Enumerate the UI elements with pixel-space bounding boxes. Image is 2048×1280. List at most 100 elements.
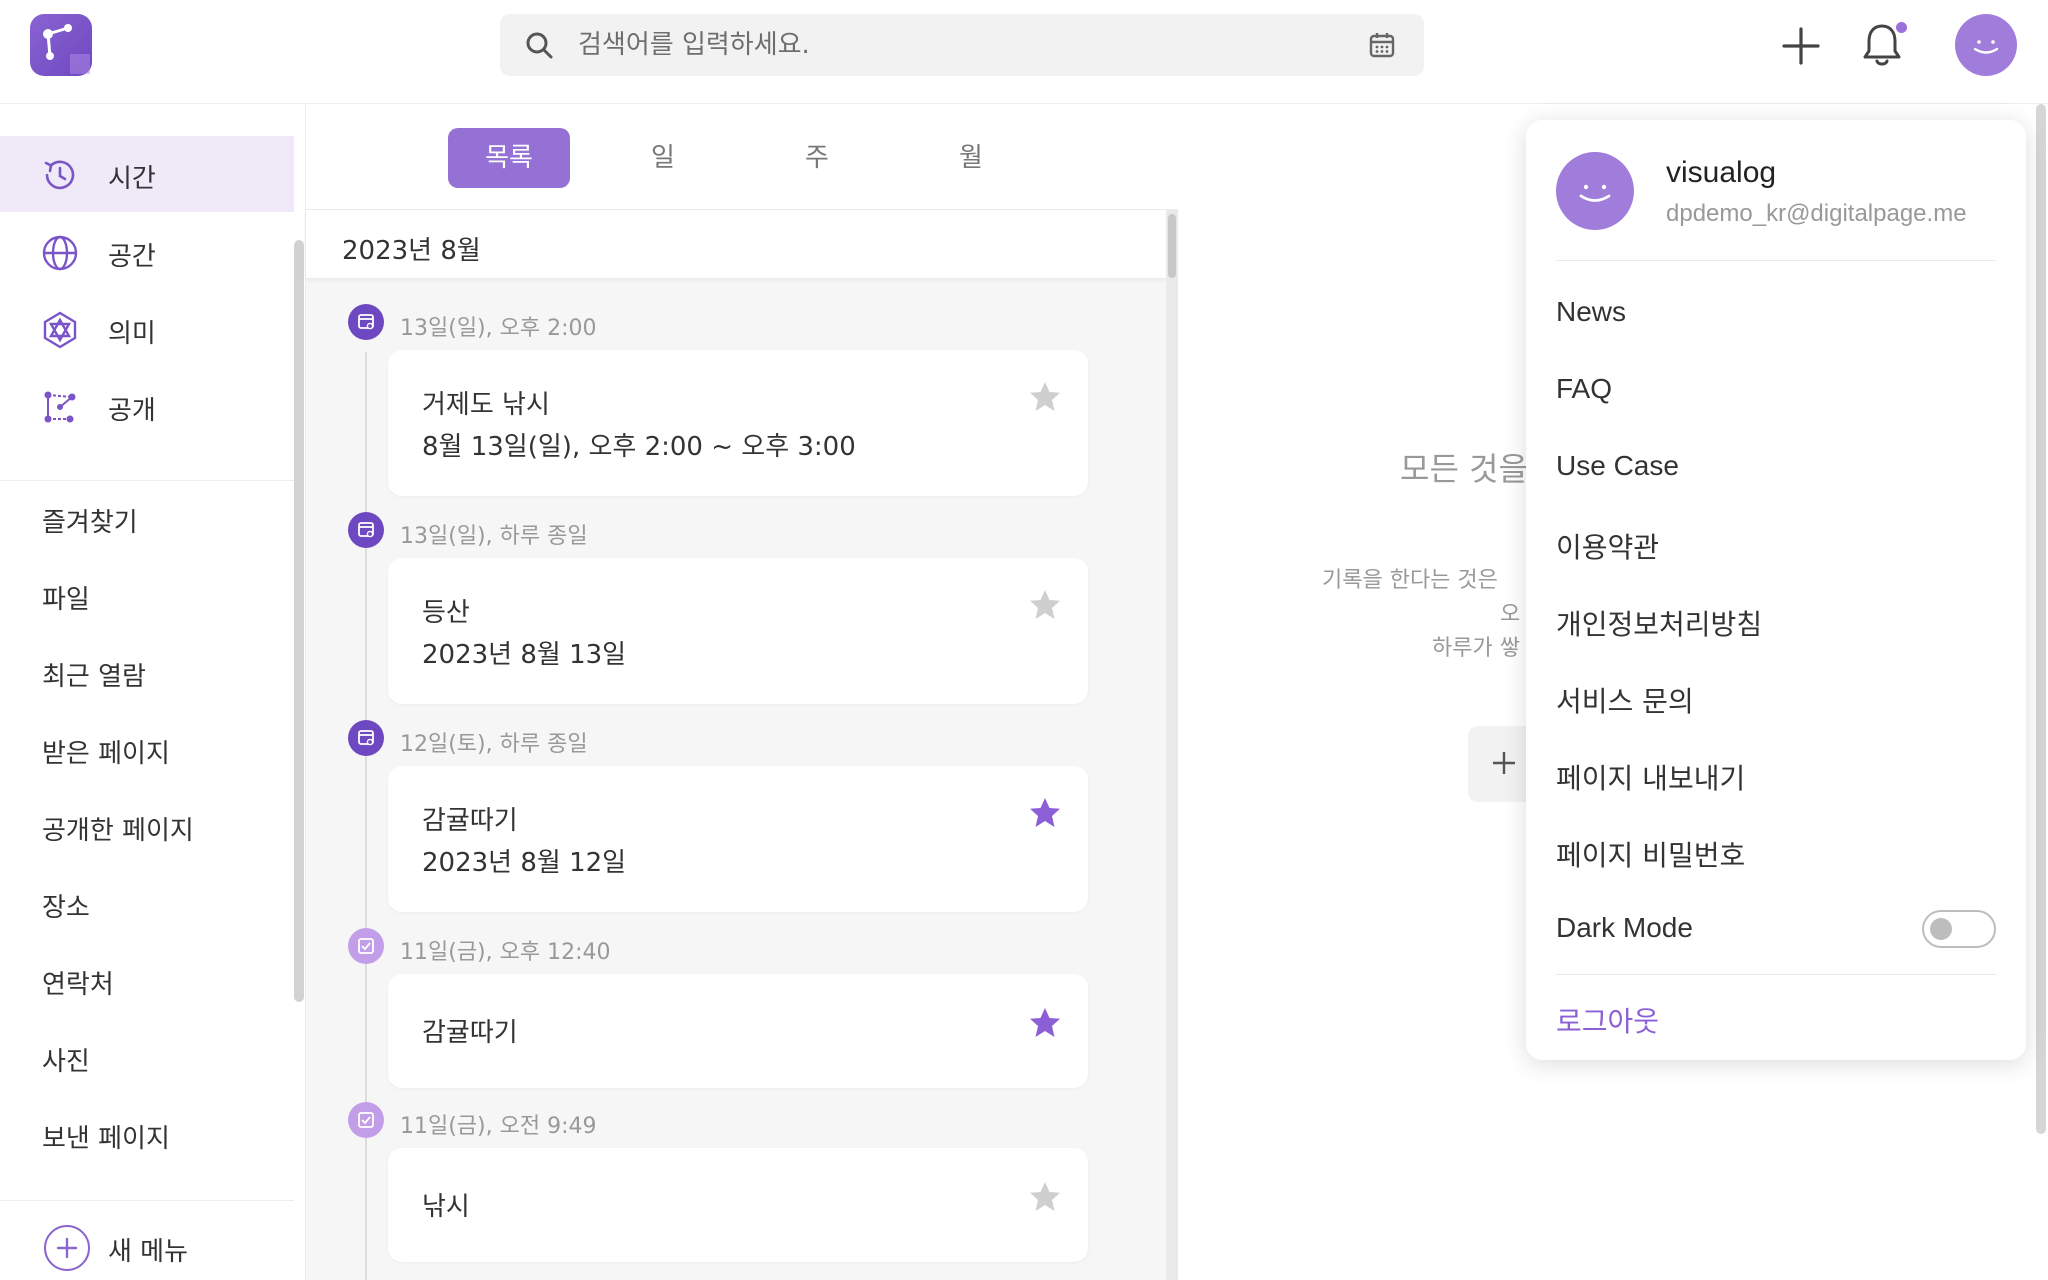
entry-title: 감귤따기 [422,1018,518,1048]
star-icon[interactable] [1028,1180,1062,1214]
star-icon[interactable] [1028,380,1062,414]
list-item[interactable]: 감귤따기 [388,974,1088,1088]
list-item[interactable]: 거제도 낚시 8월 13일(일), 오후 2:00 ~ 오후 3:00 [388,350,1088,496]
sidebar-item-contacts[interactable]: 연락처 [42,964,114,1001]
menu-item-export[interactable]: 페이지 내보내기 [1556,757,1745,797]
dark-mode-toggle[interactable] [1922,910,1996,948]
entry-datetime: 11일(금), 오전 9:49 [400,1114,597,1139]
smiley-face-icon [1973,40,1999,54]
clock-history-icon [44,160,75,190]
profile-menu: visualog dpdemo_kr@digitalpage.me News F… [1526,120,2026,1060]
new-menu-label: 새 메뉴 [108,1237,189,1267]
avatar [1556,152,1634,230]
sidebar-item-public[interactable]: 공개 [0,368,294,444]
new-menu-button[interactable]: 새 메뉴 [0,1200,294,1280]
view-tabs: 목록 일 주 월 [306,104,1178,210]
month-header: 2023년 8월 [306,210,1166,278]
sidebar-item-time[interactable]: 시간 [0,136,294,212]
empty-state-desc-line: 하루가 쌓 [1432,636,1520,661]
star-icon[interactable] [1028,1006,1062,1040]
menu-divider [1556,974,1996,975]
menu-item-faq[interactable]: FAQ [1556,373,1612,405]
profile-email: dpdemo_kr@digitalpage.me [1666,200,1967,227]
menu-item-terms[interactable]: 이용약관 [1556,526,1659,566]
entry-title: 거제도 낚시 [422,390,550,420]
entry-datetime: 11일(금), 오후 12:40 [400,940,611,965]
logout-button[interactable]: 로그아웃 [1556,1000,1659,1040]
menu-item-news[interactable]: News [1556,296,1626,328]
network-icon [43,311,77,349]
sidebar-item-files[interactable]: 파일 [42,579,90,616]
timeline-line [365,352,367,1280]
search-bar[interactable] [500,14,1424,76]
entry-title: 낚시 [422,1192,470,1222]
calendar-event-icon [348,304,384,340]
empty-state-headline: 모든 것을 [1400,450,1528,488]
menu-item-privacy[interactable]: 개인정보처리방침 [1556,603,1762,643]
sidebar-item-photos[interactable]: 사진 [42,1041,90,1078]
month-label: 2023년 8월 [342,236,481,266]
plus-icon [1493,752,1515,774]
menu-item-support[interactable]: 서비스 문의 [1556,680,1694,720]
add-button[interactable] [1780,25,1822,67]
sidebar-item-meaning[interactable]: 의미 [0,291,294,367]
globe-icon [42,235,78,271]
empty-state-desc-line: 오 [1500,602,1521,627]
sidebar-item-label: 의미 [108,319,156,349]
add-circle-icon [44,1225,90,1271]
dark-mode-label: Dark Mode [1556,912,1693,943]
entry-subtitle: 2023년 8월 12일 [422,848,627,878]
entry-subtitle: 8월 13일(일), 오후 2:00 ~ 오후 3:00 [422,432,856,462]
sidebar-item-favorites[interactable]: 즐겨찾기 [42,502,138,539]
entry-title: 감귤따기 [422,806,518,836]
sidebar-item-label: 공개 [108,396,156,426]
list-item[interactable]: 감귤따기 2023년 8월 12일 [388,766,1088,912]
list-scrollbar-track[interactable] [1166,210,1178,1280]
list-item[interactable]: 낚시 [388,1148,1088,1262]
page-scrollbar[interactable] [2036,104,2046,1134]
menu-item-use-case[interactable]: Use Case [1556,450,1679,482]
calendar-icon[interactable] [1368,31,1396,59]
tab-week[interactable]: 주 [756,128,878,188]
star-icon[interactable] [1028,588,1062,622]
smiley-face-icon [1579,184,1611,202]
profile-avatar-button[interactable] [1955,14,2017,76]
entry-title: 등산 [422,598,470,628]
tab-day[interactable]: 일 [602,128,724,188]
top-bar [0,0,2048,104]
share-graph-icon [44,391,76,423]
sidebar-item-sent[interactable]: 보낸 페이지 [42,1118,170,1155]
sidebar-item-published[interactable]: 공개한 페이지 [42,810,194,847]
sidebar-item-space[interactable]: 공간 [0,214,294,290]
calendar-event-icon [348,720,384,756]
app-logo[interactable] [30,14,92,76]
menu-divider [1556,260,1996,261]
search-input[interactable] [578,22,1318,68]
entry-datetime: 13일(일), 오후 2:00 [400,316,597,341]
entry-subtitle: 2023년 8월 13일 [422,640,627,670]
sidebar: 시간 공간 의미 공개 즐겨찾기 파일 최근 열람 받은 페이지 공개한 페이지… [0,104,306,1280]
sidebar-scrollbar[interactable] [294,240,304,1002]
notification-badge [1896,22,1907,33]
menu-item-page-password[interactable]: 페이지 비밀번호 [1556,834,1745,874]
task-check-icon [348,928,384,964]
sidebar-item-recent[interactable]: 최근 열람 [42,656,146,693]
toggle-knob [1930,918,1952,940]
list-scrollbar-thumb[interactable] [1168,214,1176,278]
tab-month[interactable]: 월 [910,128,1032,188]
sidebar-item-label: 공간 [108,242,156,272]
list-item[interactable]: 등산 2023년 8월 13일 [388,558,1088,704]
search-icon [526,32,553,59]
calendar-event-icon [348,512,384,548]
sidebar-divider [0,480,294,481]
task-check-icon [348,1102,384,1138]
star-icon[interactable] [1028,796,1062,830]
sidebar-item-label: 시간 [108,164,156,194]
sidebar-item-received[interactable]: 받은 페이지 [42,733,170,770]
sidebar-item-places[interactable]: 장소 [42,887,90,924]
timeline-list-panel: 목록 일 주 월 2023년 8월 13일(일), 오후 2:00 거제도 낚시… [306,104,1178,1280]
tab-list[interactable]: 목록 [448,128,570,188]
entry-datetime: 12일(토), 하루 종일 [400,732,588,757]
logo-icon [43,24,90,74]
profile-name: visualog [1666,156,1777,189]
